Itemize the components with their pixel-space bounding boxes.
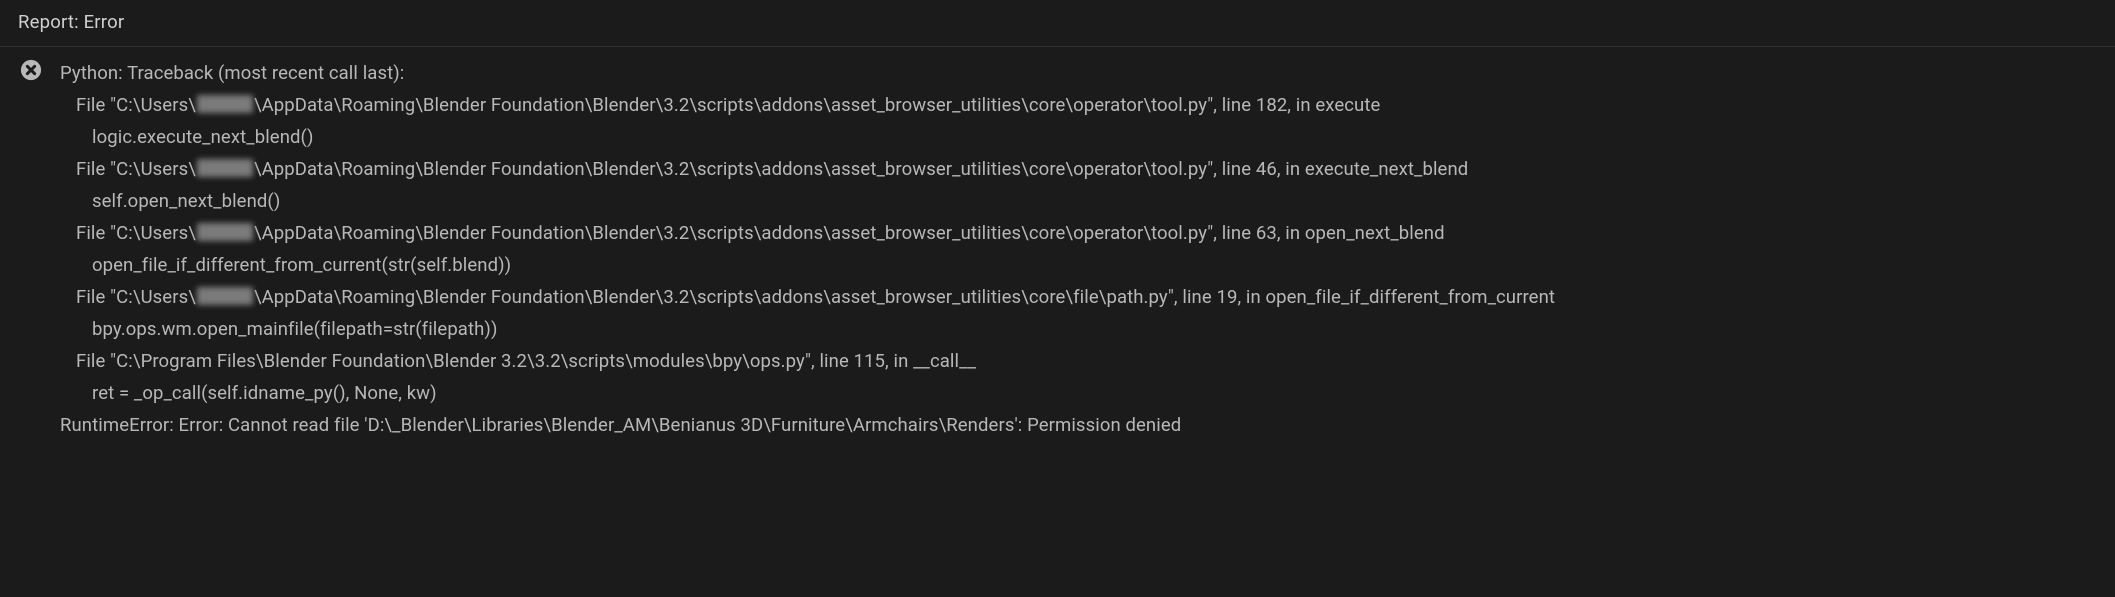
- traceback-line: File "C:\Users\ \AppData\Roaming\Blender …: [60, 281, 2105, 313]
- traceback-text-segment: ret = _op_call(self.idname_py(), None, k…: [92, 382, 437, 404]
- traceback-line: File "C:\Users\ \AppData\Roaming\Blender …: [60, 89, 2105, 121]
- traceback-line: Python: Traceback (most recent call last…: [60, 57, 2105, 89]
- traceback-text-segment: \AppData\Roaming\Blender Foundation\Blen…: [254, 94, 1380, 116]
- redacted-username: [197, 287, 253, 305]
- traceback-line: ret = _op_call(self.idname_py(), None, k…: [60, 377, 2105, 409]
- traceback-line: File "C:\Users\ \AppData\Roaming\Blender …: [60, 217, 2105, 249]
- redacted-username: [197, 95, 253, 113]
- traceback-line: bpy.ops.wm.open_mainfile(filepath=str(fi…: [60, 313, 2105, 345]
- traceback-text-segment: File "C:\Users\: [76, 94, 196, 116]
- traceback-text-segment: \AppData\Roaming\Blender Foundation\Blen…: [254, 222, 1445, 244]
- traceback-line: File "C:\Program Files\Blender Foundatio…: [60, 345, 2105, 377]
- traceback-line: File "C:\Users\ \AppData\Roaming\Blender …: [60, 153, 2105, 185]
- traceback-line: RuntimeError: Error: Cannot read file 'D…: [60, 409, 2105, 441]
- traceback-text-segment: \AppData\Roaming\Blender Foundation\Blen…: [254, 158, 1468, 180]
- traceback-text-segment: File "C:\Users\: [76, 286, 196, 308]
- traceback-text-segment: open_file_if_different_from_current(str(…: [92, 254, 511, 276]
- traceback-text-segment: bpy.ops.wm.open_mainfile(filepath=str(fi…: [92, 318, 498, 340]
- traceback-text-segment: File "C:\Program Files\Blender Foundatio…: [76, 350, 976, 372]
- report-body: Python: Traceback (most recent call last…: [0, 47, 2115, 451]
- traceback-line: logic.execute_next_blend(): [60, 121, 2105, 153]
- traceback-text-segment: \AppData\Roaming\Blender Foundation\Blen…: [254, 286, 1555, 308]
- error-circle-x-icon: [20, 59, 42, 81]
- traceback-text-segment: self.open_next_blend(): [92, 190, 280, 212]
- redacted-username: [197, 159, 253, 177]
- redacted-username: [197, 223, 253, 241]
- traceback-text-segment: Python: Traceback (most recent call last…: [60, 62, 404, 84]
- traceback-text-segment: File "C:\Users\: [76, 158, 196, 180]
- traceback-text-segment: logic.execute_next_blend(): [92, 126, 314, 148]
- report-message: Python: Traceback (most recent call last…: [10, 57, 2105, 441]
- icon-column: [10, 57, 48, 81]
- traceback-line: self.open_next_blend(): [60, 185, 2105, 217]
- traceback-text-segment: RuntimeError: Error: Cannot read file 'D…: [60, 414, 1181, 436]
- report-header: Report: Error: [0, 0, 2115, 47]
- traceback-text-segment: File "C:\Users\: [76, 222, 196, 244]
- traceback-line: open_file_if_different_from_current(str(…: [60, 249, 2105, 281]
- traceback-lines: Python: Traceback (most recent call last…: [48, 57, 2105, 441]
- report-title: Report: Error: [18, 11, 124, 33]
